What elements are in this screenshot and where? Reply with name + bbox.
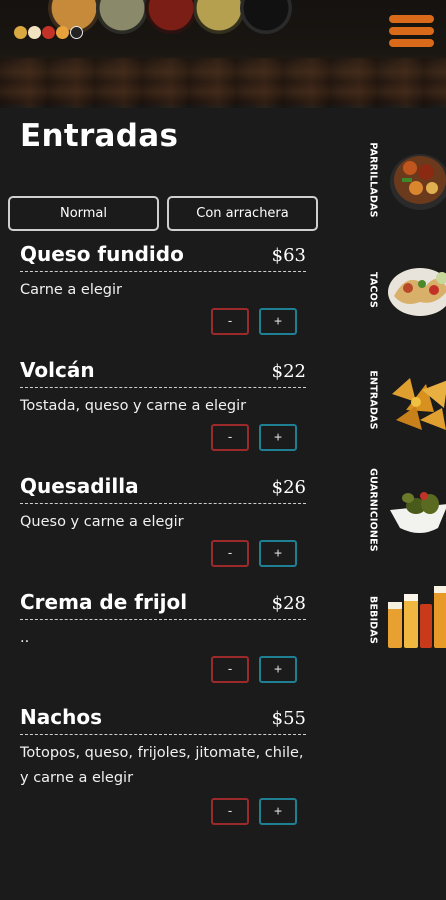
drinks-icon: [388, 586, 446, 648]
food-bowl-decoration: [240, 0, 292, 34]
wood-texture: [0, 58, 446, 108]
logo-dot: [28, 26, 41, 39]
increase-button[interactable]: +: [259, 308, 297, 335]
item-description: Queso y carne a elegir: [20, 514, 184, 530]
logo-dot: [56, 26, 69, 39]
item-description: Totopos, queso, frijoles, jitomate, chil…: [20, 745, 304, 786]
item-name: Crema de frijol: [20, 590, 188, 614]
increase-button[interactable]: +: [259, 798, 297, 825]
category-label: GUARNICIONES: [367, 468, 379, 552]
page-title: Entradas: [20, 118, 179, 154]
category-label: ENTRADAS: [367, 370, 379, 430]
item-description: Carne a elegir: [20, 282, 122, 298]
side-dish-icon: [390, 492, 446, 533]
category-bebidas[interactable]: BEBIDAS: [358, 570, 446, 670]
item-header: Nachos $55: [20, 705, 306, 735]
item-header: Quesadilla $26: [20, 474, 306, 504]
logo-dots: [14, 26, 83, 39]
item-price: $22: [271, 361, 306, 382]
menu-item: Crema de frijol $28 .. - +: [20, 590, 306, 683]
option-normal-button[interactable]: Normal: [8, 196, 159, 231]
decrease-button[interactable]: -: [211, 798, 249, 825]
grill-platter-icon: [390, 154, 446, 210]
increase-button[interactable]: +: [259, 424, 297, 451]
item-header: Crema de frijol $28: [20, 590, 306, 620]
item-description: ..: [20, 630, 30, 646]
decrease-button[interactable]: -: [211, 656, 249, 683]
food-bowl-decoration: [193, 0, 245, 34]
category-label: TACOS: [367, 272, 379, 308]
item-name: Quesadilla: [20, 474, 139, 498]
category-tacos[interactable]: TACOS: [358, 240, 446, 340]
item-price: $26: [271, 477, 306, 498]
increase-button[interactable]: +: [259, 540, 297, 567]
category-label: PARRILLADAS: [367, 142, 379, 218]
item-price: $55: [271, 708, 306, 729]
menu-item: Volcán $22 Tostada, queso y carne a eleg…: [20, 358, 306, 451]
category-parrilladas[interactable]: PARRILLADAS: [358, 130, 446, 230]
nachos-icon: [392, 378, 446, 430]
menu-hamburger-icon[interactable]: [389, 15, 434, 51]
logo-dot: [14, 26, 27, 39]
category-label: BEBIDAS: [367, 596, 379, 644]
decrease-button[interactable]: -: [211, 308, 249, 335]
item-name: Queso fundido: [20, 242, 184, 266]
menu-item: Queso fundido $63 Carne a elegir - +: [20, 242, 306, 335]
item-price: $63: [271, 245, 306, 266]
decrease-button[interactable]: -: [211, 424, 249, 451]
increase-button[interactable]: +: [259, 656, 297, 683]
logo-dot: [70, 26, 83, 39]
logo-dot: [42, 26, 55, 39]
item-name: Volcán: [20, 358, 95, 382]
item-header: Volcán $22: [20, 358, 306, 388]
tacos-icon: [388, 268, 446, 316]
item-name: Nachos: [20, 705, 102, 729]
decrease-button[interactable]: -: [211, 540, 249, 567]
option-arrachera-button[interactable]: Con arrachera: [167, 196, 318, 231]
food-bowl-decoration: [145, 0, 197, 34]
food-bowl-decoration: [96, 0, 148, 34]
category-guarniciones[interactable]: GUARNICIONES: [358, 460, 446, 560]
menu-item: Quesadilla $26 Queso y carne a elegir - …: [20, 474, 306, 567]
category-entradas[interactable]: ENTRADAS: [358, 350, 446, 450]
menu-item: Nachos $55 Totopos, queso, frijoles, jit…: [20, 705, 306, 825]
header-banner: [0, 0, 446, 108]
item-header: Queso fundido $63: [20, 242, 306, 272]
item-description: Tostada, queso y carne a elegir: [20, 398, 247, 414]
item-price: $28: [271, 593, 306, 614]
